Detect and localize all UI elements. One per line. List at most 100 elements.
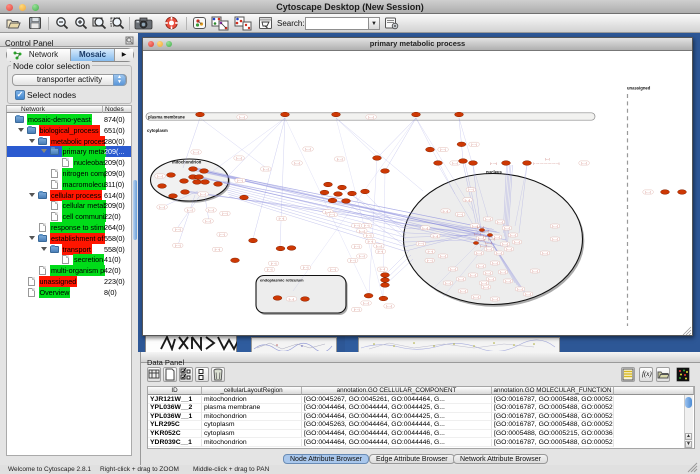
svg-text:[---- --]: [---- --] — [488, 238, 495, 241]
svg-text:[-- --]: [-- --] — [476, 252, 482, 255]
svg-text:[-- --]: [-- --] — [483, 286, 489, 289]
svg-text:[-- --]: [-- --] — [368, 116, 374, 119]
svg-text:[-- --]: [-- --] — [294, 162, 300, 165]
svg-text:[-- --]: [-- --] — [378, 250, 384, 253]
svg-text:[-- --]: [-- --] — [354, 309, 360, 312]
svg-text:[-- --]: [-- --] — [478, 265, 484, 268]
svg-text:unassigned: unassigned — [627, 86, 651, 91]
svg-text:[-- --]: [-- --] — [239, 116, 245, 119]
svg-text:[-- --]: [-- --] — [423, 227, 429, 230]
svg-text:[-- --]: [-- --] — [471, 143, 477, 146]
svg-text:[-- --]: [-- --] — [473, 296, 479, 299]
svg-text:[-- --]: [-- --] — [386, 305, 392, 308]
svg-text:[-- --]: [-- --] — [354, 225, 360, 228]
svg-text:[-- --]: [-- --] — [359, 230, 365, 233]
svg-text:[----]: [----] — [545, 158, 550, 161]
svg-text:[-- --]: [-- --] — [215, 248, 221, 251]
svg-text:[-- --]: [-- --] — [330, 269, 336, 272]
svg-text:[-- --]: [-- --] — [303, 267, 309, 270]
svg-text:[-- --]: [-- --] — [497, 221, 503, 224]
svg-text:[-- --]: [-- --] — [337, 158, 343, 161]
svg-text:[-- --]: [-- --] — [200, 193, 206, 196]
svg-text:[-- --]: [-- --] — [517, 288, 523, 291]
svg-text:[-- --]: [-- --] — [354, 246, 360, 249]
svg-text:[-- --]: [-- --] — [445, 282, 451, 285]
svg-text:plasma membrane: plasma membrane — [148, 114, 185, 119]
svg-text:[-- --]: [-- --] — [460, 290, 466, 293]
svg-text:[-- --]: [-- --] — [418, 243, 424, 246]
svg-text:[-- --]: [-- --] — [506, 248, 512, 251]
svg-text:[-- --]: [-- --] — [465, 199, 471, 202]
svg-text:[-- --]: [-- --] — [505, 280, 511, 283]
svg-text:[-- --]: [-- --] — [552, 238, 558, 241]
svg-text:[-- --]: [-- --] — [581, 162, 587, 165]
svg-text:[-- --]: [-- --] — [443, 210, 449, 213]
svg-text:[-- --]: [-- --] — [305, 148, 311, 151]
svg-text:[-- --]: [-- --] — [427, 260, 433, 263]
svg-text:[-- --]: [-- --] — [236, 157, 242, 160]
svg-text:[-- --]: [-- --] — [450, 268, 456, 271]
svg-text:[-- --]: [-- --] — [458, 278, 464, 281]
svg-text:[-- --]: [-- --] — [468, 189, 474, 192]
svg-text:[-- --]: [-- --] — [492, 298, 498, 301]
svg-text:mitochondrion: mitochondrion — [172, 160, 202, 165]
svg-text:[-- --]: [-- --] — [222, 212, 228, 215]
svg-text:[-- --]: [-- --] — [193, 151, 199, 154]
svg-text:[-- --]: [-- --] — [492, 262, 498, 265]
svg-text:[-- --]: [-- --] — [219, 233, 225, 236]
svg-text:[-- --]: [-- --] — [488, 278, 494, 281]
svg-text:[-- --]: [-- --] — [205, 220, 211, 223]
svg-text:[-- --]: [-- --] — [289, 298, 295, 301]
svg-text:[-- ---- ---- ---- ---- ---- -: [-- ---- ---- ---- ---- ---- ---] — [533, 162, 560, 165]
svg-text:[-- --]: [-- --] — [271, 262, 277, 265]
svg-text:[-- --]: [-- --] — [175, 244, 181, 247]
svg-text:[-- --]: [-- --] — [525, 293, 531, 296]
svg-text:[-- --]: [-- --] — [470, 274, 476, 277]
svg-text:[-- --]: [-- --] — [485, 218, 491, 221]
svg-text:[-- --]: [-- --] — [366, 235, 372, 238]
svg-text:[-- --]: [-- --] — [440, 255, 446, 258]
svg-text:[-- --]: [-- --] — [350, 260, 356, 263]
svg-text:[-- --]: [-- --] — [263, 168, 269, 171]
svg-text:[-- --]: [-- --] — [552, 225, 558, 228]
svg-text:[-- --]: [-- --] — [452, 162, 458, 165]
svg-text:[-- --]: [-- --] — [267, 269, 273, 272]
svg-text:[-- --]: [-- --] — [481, 282, 487, 285]
svg-text:[-- --]: [-- --] — [159, 206, 165, 209]
svg-text:[-- --]: [-- --] — [542, 252, 548, 255]
svg-text:[-- --]: [-- --] — [494, 236, 500, 239]
svg-text:[-- --]: [-- --] — [428, 250, 434, 253]
svg-text:[-- --]: [-- --] — [440, 149, 446, 152]
svg-text:[-- --]: [-- --] — [237, 180, 243, 183]
svg-text:[-- --]: [-- --] — [500, 271, 506, 274]
svg-text:[-- --]: [-- --] — [187, 209, 193, 212]
svg-text:[-- --]: [-- --] — [368, 241, 374, 244]
svg-text:[-- --]: [-- --] — [457, 213, 463, 216]
svg-text:[-- --]: [-- --] — [532, 270, 538, 273]
svg-text:[-- --]: [-- --] — [510, 234, 516, 237]
svg-text:[-- --]: [-- --] — [496, 252, 502, 255]
svg-text:endoplasmic reticulum: endoplasmic reticulum — [260, 278, 304, 283]
svg-text:[-- --]: [-- --] — [504, 227, 510, 230]
svg-text:[-- --]: [-- --] — [376, 245, 382, 248]
svg-text:[-- --]: [-- --] — [485, 272, 491, 275]
svg-text:[-- --]: [-- --] — [514, 241, 520, 244]
svg-text:[-- --]: [-- --] — [175, 229, 181, 232]
svg-text:[-- --]: [-- --] — [359, 255, 365, 258]
svg-text:[-- --]: [-- --] — [486, 248, 492, 251]
svg-text:[-- --]: [-- --] — [645, 191, 651, 194]
svg-text:cytoplasm: cytoplasm — [147, 128, 168, 133]
svg-text:[-- --]: [-- --] — [502, 243, 508, 246]
svg-text:[-- --]: [-- --] — [380, 268, 386, 271]
svg-text:[---- --]: [---- --] — [474, 233, 481, 236]
svg-text:[-- --]: [-- --] — [157, 175, 163, 178]
svg-text:[-- --]: [-- --] — [364, 225, 370, 228]
svg-text:[-- --]: [-- --] — [363, 302, 369, 305]
svg-text:[-- ----]: [-- ----] — [490, 162, 497, 165]
svg-text:[-- --]: [-- --] — [208, 209, 214, 212]
svg-text:[-- --]: [-- --] — [433, 235, 439, 238]
svg-text:[---- --]: [---- --] — [480, 245, 487, 248]
svg-text:nucleus: nucleus — [486, 170, 502, 175]
svg-text:[-- --]: [-- --] — [329, 214, 335, 217]
svg-text:[-- --]: [-- --] — [279, 218, 285, 221]
